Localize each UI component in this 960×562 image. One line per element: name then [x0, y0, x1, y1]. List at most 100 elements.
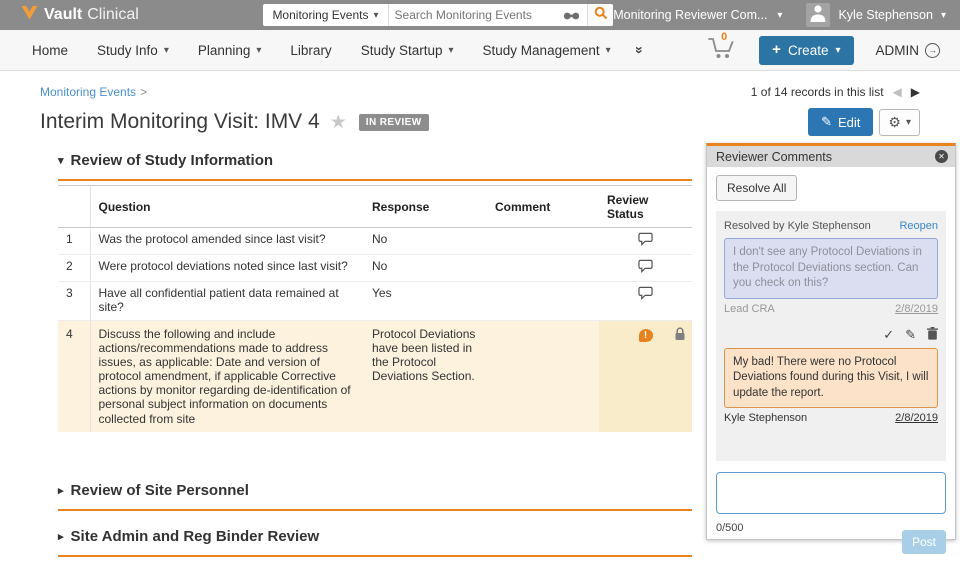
- nav-label: Study Startup: [361, 43, 443, 58]
- delete-trash-icon[interactable]: [927, 327, 938, 342]
- status-badge: IN REVIEW: [359, 114, 429, 131]
- search-button[interactable]: [587, 4, 613, 26]
- response-cell: Protocol Deviations have been listed in …: [364, 320, 487, 432]
- response-cell: No: [364, 228, 487, 255]
- composer-footer: 0/500 Post: [716, 522, 946, 554]
- topbar-right: Monitoring Reviewer Com... ▾ Kyle Stephe…: [613, 3, 946, 27]
- edit-button[interactable]: ✎ Edit: [808, 108, 873, 136]
- plus-icon: +: [772, 45, 781, 55]
- review-status-cell: [599, 282, 692, 320]
- search-input[interactable]: [389, 8, 557, 22]
- chevron-down-icon: ▾: [777, 10, 782, 21]
- response-cell: No: [364, 255, 487, 282]
- section-rule: [58, 555, 692, 557]
- nav-right: 0 + Create ▾ ADMIN →: [707, 35, 940, 65]
- row-number: 4: [58, 320, 90, 432]
- admin-button[interactable]: ADMIN →: [876, 43, 941, 58]
- nav-item-study-info[interactable]: Study Info▾: [97, 43, 169, 58]
- edit-pencil-icon[interactable]: ✎: [905, 328, 916, 341]
- question-table: Question Response Comment Review Status …: [58, 185, 692, 432]
- user-menu[interactable]: Kyle Stephenson ▾: [838, 8, 946, 22]
- row-number: 2: [58, 255, 90, 282]
- chevron-down-icon: ▾: [941, 10, 946, 21]
- create-button[interactable]: + Create ▾: [759, 36, 853, 65]
- title-actions: ✎ Edit ⚙ ▾: [808, 108, 920, 136]
- more-tabs-icon[interactable]: »: [632, 46, 648, 54]
- question-cell: Have all confidential patient data remai…: [90, 282, 364, 320]
- user-icon: [808, 3, 828, 27]
- cart-count-badge: 0: [721, 31, 727, 43]
- reviewer-comments-panel: Reviewer Comments ✕ Resolve All Resolved…: [706, 143, 956, 540]
- binoculars-icon[interactable]: [556, 9, 587, 21]
- question-header: Question: [90, 186, 364, 228]
- comment-cell: [487, 282, 599, 320]
- cart-button[interactable]: 0: [707, 35, 737, 65]
- comment-input[interactable]: [716, 472, 946, 514]
- section-header[interactable]: ▸ Review of Site Personnel: [58, 482, 692, 499]
- resolved-by-label: Resolved by Kyle Stephenson: [724, 220, 871, 232]
- section-title: Site Admin and Reg Binder Review: [71, 528, 320, 545]
- record-pagination: 1 of 14 records in this list ◀ ▶: [751, 85, 920, 99]
- panel-title: Reviewer Comments: [716, 150, 832, 164]
- chevron-down-icon: ▾: [606, 45, 611, 56]
- section-rule: [58, 179, 692, 181]
- alert-comment-icon[interactable]: !: [639, 329, 653, 342]
- user-name-label: Kyle Stephenson: [838, 8, 933, 22]
- comment-author: Kyle Stephenson: [724, 412, 807, 424]
- resolve-all-button[interactable]: Resolve All: [716, 175, 797, 201]
- reopen-link[interactable]: Reopen: [899, 220, 938, 232]
- next-record-icon[interactable]: ▶: [911, 85, 920, 99]
- chevron-down-icon: ▾: [449, 45, 454, 56]
- nav-item-study-management[interactable]: Study Management▾: [483, 43, 611, 58]
- comment-resolved: I don't see any Protocol Deviations in t…: [724, 238, 938, 299]
- chevron-down-icon: ▾: [906, 117, 911, 128]
- question-cell: Was the protocol amended since last visi…: [90, 228, 364, 255]
- create-label: Create: [788, 43, 829, 58]
- previous-record-icon[interactable]: ◀: [893, 85, 902, 99]
- vault-logo[interactable]: Vault Clinical: [20, 4, 263, 26]
- comment-author: Lead CRA: [724, 303, 775, 315]
- gear-menu-button[interactable]: ⚙ ▾: [879, 109, 920, 136]
- search-icon: [594, 6, 608, 25]
- comment-composer: 0/500 Post: [707, 461, 955, 554]
- close-icon[interactable]: ✕: [935, 150, 948, 163]
- logo-product: Clinical: [87, 6, 139, 24]
- section-header[interactable]: ▾ Review of Study Information: [58, 152, 692, 169]
- breadcrumb[interactable]: Monitoring Events: [40, 85, 136, 99]
- workspace-dropdown[interactable]: Monitoring Reviewer Com... ▾: [613, 8, 782, 22]
- edit-label: Edit: [838, 115, 860, 130]
- nav-item-library[interactable]: Library: [290, 43, 331, 58]
- nav-items: Home Study Info▾ Planning▾ Library Study…: [32, 42, 643, 58]
- comment-bubble-icon[interactable]: [638, 289, 653, 303]
- page: Vault Clinical Monitoring Events ▾ Monit…: [0, 0, 960, 562]
- favorite-star-icon[interactable]: ★: [330, 111, 347, 134]
- nav-item-planning[interactable]: Planning▾: [198, 43, 262, 58]
- review-status-header: Review Status: [599, 186, 692, 228]
- comment-meta: Lead CRA 2/8/2019: [724, 303, 938, 315]
- avatar[interactable]: [806, 3, 830, 27]
- search-scope-dropdown[interactable]: Monitoring Events ▾: [263, 4, 388, 26]
- comment-date-link[interactable]: 2/8/2019: [895, 303, 938, 315]
- row-number: 1: [58, 228, 90, 255]
- expand-arrow-icon: ▸: [58, 530, 64, 543]
- section-header[interactable]: ▸ Site Admin and Reg Binder Review: [58, 528, 692, 545]
- table-row: 1 Was the protocol amended since last vi…: [58, 228, 692, 255]
- nav-item-study-startup[interactable]: Study Startup ▾: [361, 43, 454, 58]
- breadcrumb-row: Monitoring Events > 1 of 14 records in t…: [40, 85, 920, 99]
- vault-v-icon: [20, 4, 39, 26]
- comment-bubble-icon[interactable]: [638, 262, 653, 276]
- post-button[interactable]: Post: [902, 530, 946, 554]
- nav-item-home[interactable]: Home: [32, 43, 68, 58]
- comment-thread: Resolved by Kyle Stephenson Reopen I don…: [716, 211, 946, 461]
- char-counter: 0/500: [716, 522, 744, 534]
- comment-active: My bad! There were no Protocol Deviation…: [724, 348, 938, 409]
- resolve-check-icon[interactable]: ✓: [883, 328, 894, 341]
- comment-cell: [487, 320, 599, 432]
- lock-icon: [674, 327, 686, 344]
- comment-meta: Kyle Stephenson 2/8/2019: [724, 412, 938, 424]
- comment-bubble-icon[interactable]: [638, 235, 653, 249]
- admin-arrow-icon: →: [925, 43, 940, 58]
- resolved-row: Resolved by Kyle Stephenson Reopen: [724, 220, 938, 232]
- comment-date-link[interactable]: 2/8/2019: [895, 412, 938, 424]
- question-cell: Were protocol deviations noted since las…: [90, 255, 364, 282]
